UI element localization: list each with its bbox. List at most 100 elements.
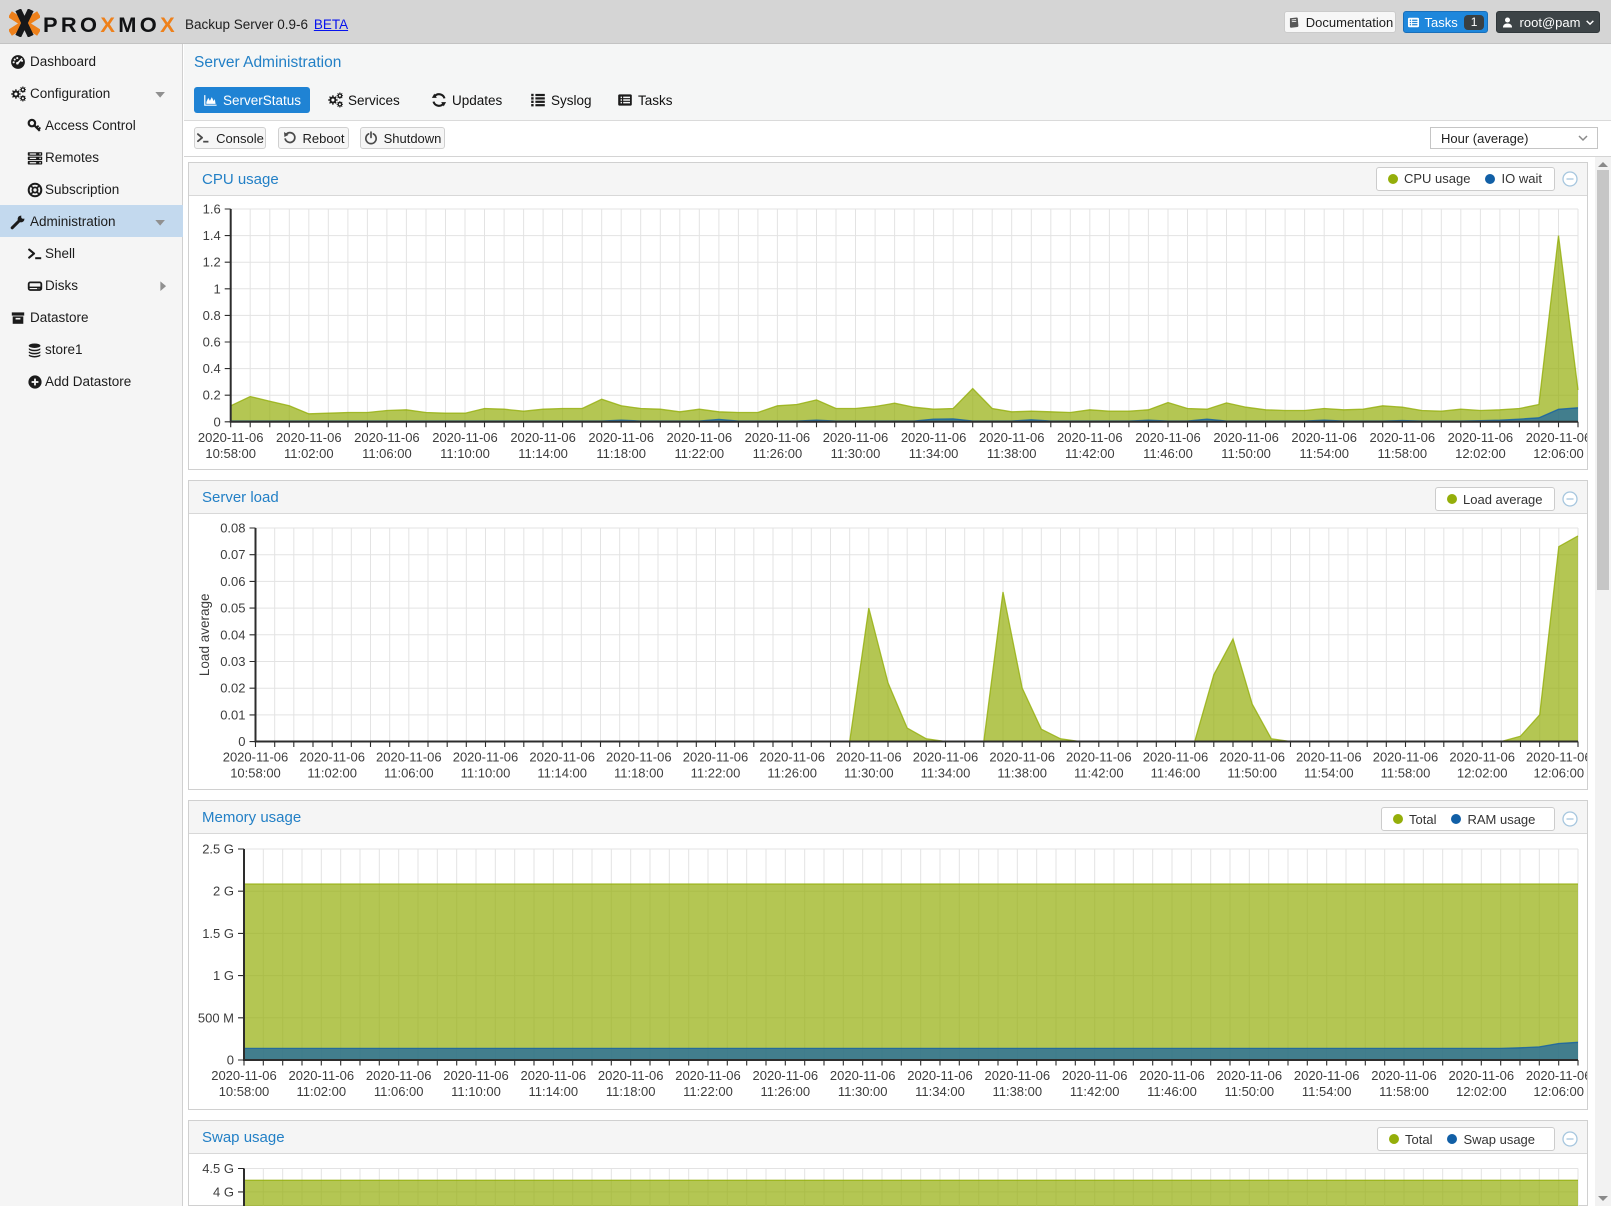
svg-text:2020-11-06: 2020-11-06 xyxy=(521,1068,587,1083)
svg-text:2020-11-06: 2020-11-06 xyxy=(588,430,654,445)
svg-text:2020-11-06: 2020-11-06 xyxy=(606,750,672,765)
svg-text:2020-11-06: 2020-11-06 xyxy=(1062,1068,1128,1083)
svg-text:11:26:00: 11:26:00 xyxy=(760,1084,810,1099)
svg-text:11:46:00: 11:46:00 xyxy=(1147,1084,1197,1099)
svg-text:12:02:00: 12:02:00 xyxy=(1455,446,1506,461)
svg-text:11:30:00: 11:30:00 xyxy=(838,1084,888,1099)
svg-text:2020-11-06: 2020-11-06 xyxy=(989,750,1055,765)
svg-text:2020-11-06: 2020-11-06 xyxy=(1213,430,1279,445)
svg-text:12:06:00: 12:06:00 xyxy=(1533,766,1584,781)
svg-text:2020-11-06: 2020-11-06 xyxy=(1217,1068,1283,1083)
svg-text:2020-11-06: 2020-11-06 xyxy=(907,1068,973,1083)
svg-text:2020-11-06: 2020-11-06 xyxy=(667,430,733,445)
svg-text:12:02:00: 12:02:00 xyxy=(1457,766,1508,781)
svg-text:11:34:00: 11:34:00 xyxy=(921,766,971,781)
svg-text:11:42:00: 11:42:00 xyxy=(1074,766,1124,781)
svg-text:2020-11-06: 2020-11-06 xyxy=(598,1068,664,1083)
svg-text:11:58:00: 11:58:00 xyxy=(1381,766,1431,781)
svg-text:2020-11-06: 2020-11-06 xyxy=(299,750,365,765)
svg-text:10:58:00: 10:58:00 xyxy=(205,446,256,461)
svg-text:2020-11-06: 2020-11-06 xyxy=(529,750,595,765)
svg-text:0.01: 0.01 xyxy=(220,707,245,722)
svg-text:2020-11-06: 2020-11-06 xyxy=(289,1068,355,1083)
svg-text:11:42:00: 11:42:00 xyxy=(1065,446,1115,461)
svg-text:11:38:00: 11:38:00 xyxy=(997,766,1047,781)
svg-text:11:42:00: 11:42:00 xyxy=(1070,1084,1120,1099)
svg-text:2020-11-06: 2020-11-06 xyxy=(1219,750,1285,765)
svg-text:11:50:00: 11:50:00 xyxy=(1224,1084,1274,1099)
svg-text:2020-11-06: 2020-11-06 xyxy=(1066,750,1132,765)
svg-text:11:50:00: 11:50:00 xyxy=(1221,446,1271,461)
svg-text:11:10:00: 11:10:00 xyxy=(440,446,490,461)
svg-text:11:14:00: 11:14:00 xyxy=(518,446,568,461)
svg-text:11:30:00: 11:30:00 xyxy=(831,446,881,461)
svg-text:500 M: 500 M xyxy=(198,1010,234,1025)
svg-text:11:34:00: 11:34:00 xyxy=(909,446,959,461)
svg-text:Load average: Load average xyxy=(197,594,212,677)
svg-text:11:10:00: 11:10:00 xyxy=(461,766,511,781)
svg-text:2020-11-06: 2020-11-06 xyxy=(985,1068,1051,1083)
svg-text:1 G: 1 G xyxy=(213,968,234,983)
svg-text:0.03: 0.03 xyxy=(220,654,245,669)
svg-text:0.6: 0.6 xyxy=(203,335,221,350)
svg-text:1: 1 xyxy=(213,281,220,296)
svg-text:2020-11-06: 2020-11-06 xyxy=(376,750,442,765)
svg-text:2020-11-06: 2020-11-06 xyxy=(1449,1068,1515,1083)
svg-text:0.4: 0.4 xyxy=(203,361,221,376)
svg-text:2020-11-06: 2020-11-06 xyxy=(1143,750,1209,765)
svg-text:0: 0 xyxy=(227,1053,234,1068)
svg-text:11:22:00: 11:22:00 xyxy=(674,446,724,461)
svg-text:2020-11-06: 2020-11-06 xyxy=(443,1068,509,1083)
svg-text:1.2: 1.2 xyxy=(203,255,221,270)
svg-text:11:06:00: 11:06:00 xyxy=(374,1084,424,1099)
svg-text:2020-11-06: 2020-11-06 xyxy=(1449,750,1515,765)
svg-text:11:18:00: 11:18:00 xyxy=(606,1084,656,1099)
svg-text:0: 0 xyxy=(238,734,245,749)
svg-text:12:06:00: 12:06:00 xyxy=(1533,1084,1584,1099)
svg-text:12:02:00: 12:02:00 xyxy=(1456,1084,1507,1099)
svg-text:0.04: 0.04 xyxy=(220,627,245,642)
svg-text:2020-11-06: 2020-11-06 xyxy=(753,1068,819,1083)
svg-text:0.2: 0.2 xyxy=(203,388,221,403)
svg-text:11:38:00: 11:38:00 xyxy=(992,1084,1042,1099)
svg-text:0.02: 0.02 xyxy=(220,681,245,696)
svg-text:2020-11-06: 2020-11-06 xyxy=(366,1068,432,1083)
svg-text:11:14:00: 11:14:00 xyxy=(537,766,587,781)
svg-text:2020-11-06: 2020-11-06 xyxy=(1135,430,1201,445)
svg-text:12:06:00: 12:06:00 xyxy=(1533,446,1584,461)
svg-text:1.6: 1.6 xyxy=(203,202,221,217)
svg-text:11:06:00: 11:06:00 xyxy=(384,766,434,781)
svg-text:1.5 G: 1.5 G xyxy=(202,926,234,941)
svg-text:2020-11-06: 2020-11-06 xyxy=(1139,1068,1205,1083)
svg-text:0.08: 0.08 xyxy=(220,521,245,536)
svg-text:2020-11-06: 2020-11-06 xyxy=(354,430,420,445)
svg-text:11:34:00: 11:34:00 xyxy=(915,1084,965,1099)
svg-text:2020-11-06: 2020-11-06 xyxy=(1371,1068,1437,1083)
svg-text:2020-11-06: 2020-11-06 xyxy=(432,430,498,445)
svg-text:11:54:00: 11:54:00 xyxy=(1299,446,1349,461)
svg-text:11:10:00: 11:10:00 xyxy=(451,1084,501,1099)
svg-text:11:02:00: 11:02:00 xyxy=(307,766,357,781)
svg-text:0.07: 0.07 xyxy=(220,547,245,562)
svg-text:2 G: 2 G xyxy=(213,884,234,899)
svg-text:11:14:00: 11:14:00 xyxy=(528,1084,578,1099)
svg-text:11:58:00: 11:58:00 xyxy=(1377,446,1427,461)
svg-text:2020-11-06: 2020-11-06 xyxy=(510,430,576,445)
svg-text:2020-11-06: 2020-11-06 xyxy=(913,750,979,765)
svg-text:11:22:00: 11:22:00 xyxy=(683,1084,733,1099)
svg-text:11:54:00: 11:54:00 xyxy=(1302,1084,1352,1099)
svg-text:1.4: 1.4 xyxy=(203,228,221,243)
svg-text:11:46:00: 11:46:00 xyxy=(1151,766,1201,781)
svg-text:2020-11-06: 2020-11-06 xyxy=(979,430,1045,445)
svg-text:2020-11-06: 2020-11-06 xyxy=(759,750,825,765)
svg-text:2020-11-06: 2020-11-06 xyxy=(1526,750,1587,765)
svg-text:2020-11-06: 2020-11-06 xyxy=(1373,750,1439,765)
svg-text:10:58:00: 10:58:00 xyxy=(219,1084,270,1099)
svg-text:2020-11-06: 2020-11-06 xyxy=(211,1068,277,1083)
svg-text:2020-11-06: 2020-11-06 xyxy=(1448,430,1514,445)
svg-text:11:30:00: 11:30:00 xyxy=(844,766,894,781)
svg-text:11:50:00: 11:50:00 xyxy=(1227,766,1277,781)
svg-text:11:38:00: 11:38:00 xyxy=(987,446,1037,461)
svg-text:2020-11-06: 2020-11-06 xyxy=(675,1068,741,1083)
svg-text:2020-11-06: 2020-11-06 xyxy=(1294,1068,1360,1083)
